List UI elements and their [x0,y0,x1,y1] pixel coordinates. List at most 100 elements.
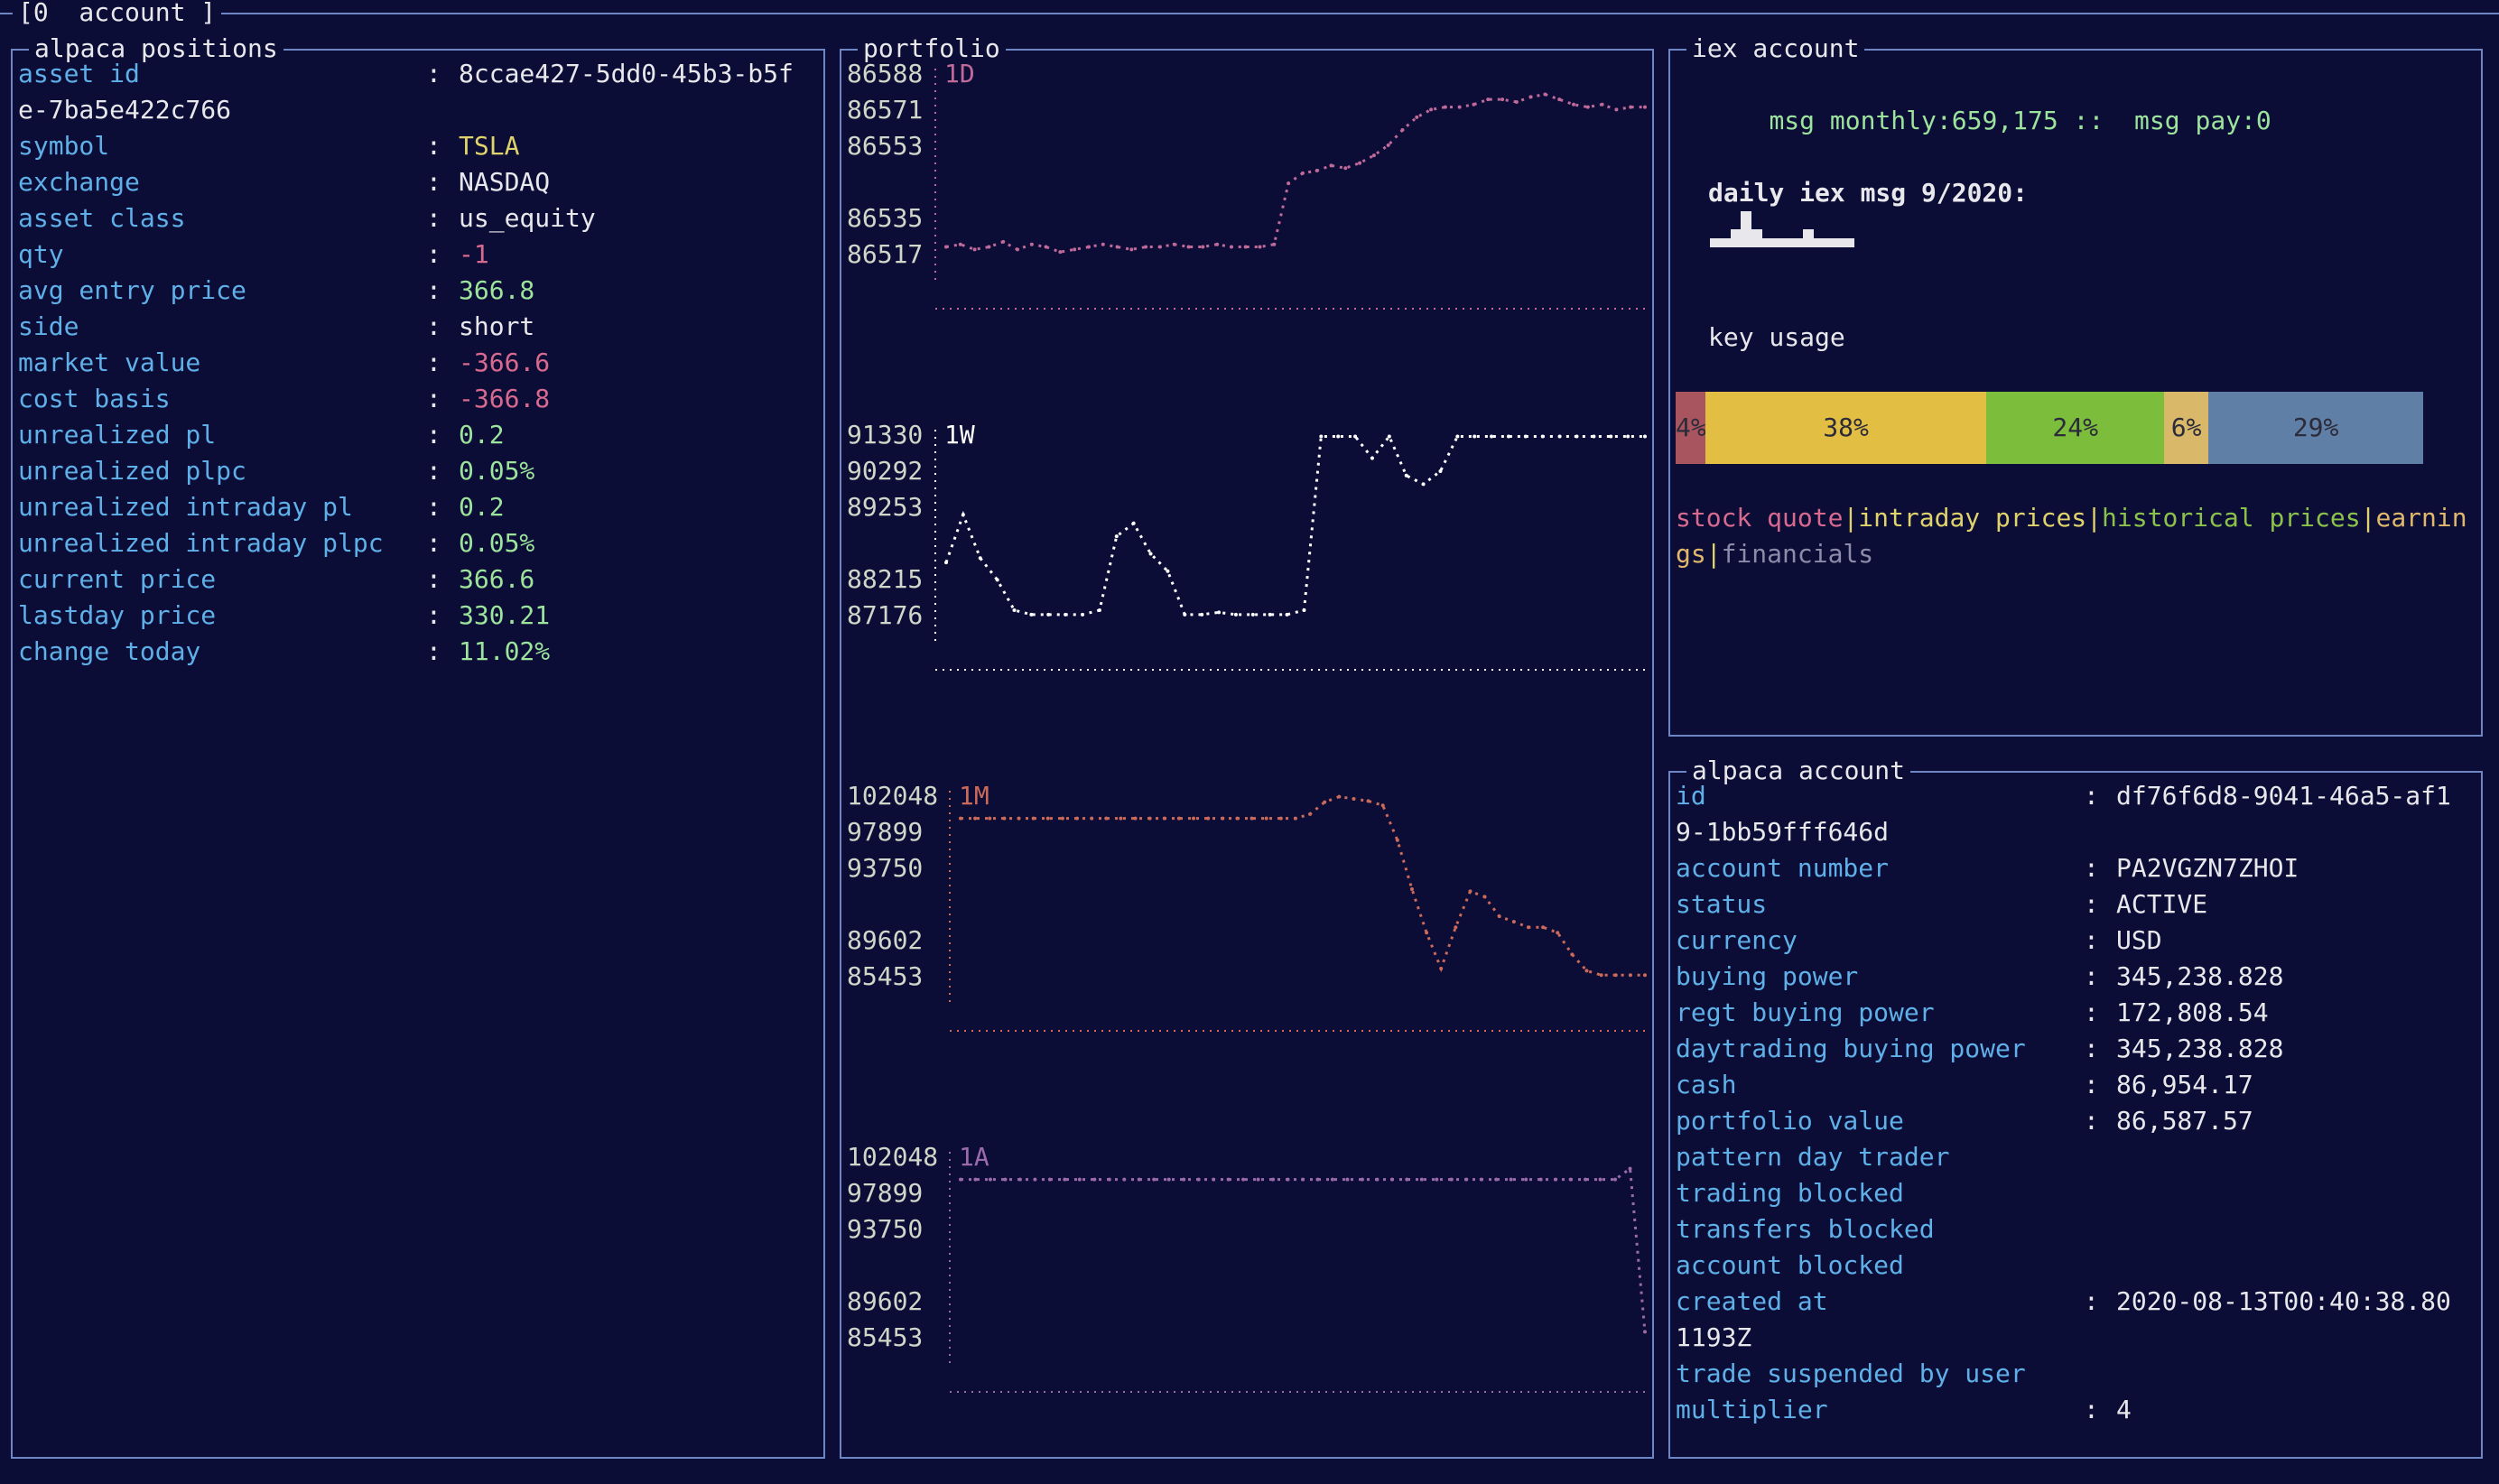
account-value-id: df76f6d8-9041-46a5-af1 [2116,781,2451,811]
account-colon: : [2084,853,2099,883]
account-value-currency: USD [2116,925,2162,955]
chart-1a-point [1033,1177,1037,1182]
legend-separator: | [2086,503,2103,533]
position-key-current-price: current price [18,564,217,594]
chart-1a-point [1271,1177,1276,1182]
chart-1a-point [1613,1177,1618,1182]
position-value-current-price: 366.6 [459,564,535,594]
daily-msg-sparkline [1710,211,1855,247]
chart-1m-point [1541,925,1546,930]
account-key-id: id [1676,781,1706,811]
chart-1w-point [1353,434,1358,439]
chart-1w-point [1490,434,1494,439]
position-key-avg-entry-price: avg entry price [18,275,246,305]
chart-1a-point [1509,1177,1513,1182]
legend-item-intraday-prices: intraday prices [1858,503,2087,533]
position-colon: : [426,167,441,197]
position-colon: : [426,456,441,486]
position-key-unrealized-intraday-plpc: unrealized intraday plpc [18,528,384,558]
account-value-created-at: 2020-08-13T00:40:38.80 [2116,1286,2451,1316]
position-colon: : [426,348,441,377]
chart-1m-point [1599,973,1603,978]
chart-period-1w[interactable]: 1W [944,417,975,453]
chart-1w-y-tick: 87176 [847,600,924,630]
chart-period-1m[interactable]: 1M [959,778,989,814]
account-value-cash: 86,954.17 [2116,1070,2253,1099]
sparkline-bar [1720,238,1732,247]
chart-1w-point [1200,612,1204,617]
chart-1m-y-tick: 85453 [847,961,924,991]
position-key-side: side [18,311,79,341]
account-colon: : [2084,1070,2099,1099]
iex-title: iex account [1686,31,1865,67]
chart-1w-point [1029,612,1034,617]
chart-1w-point [1250,612,1255,617]
account-value-account-number: PA2VGZN7ZHOI [2116,853,2299,883]
chart-1a-point [1464,1177,1469,1182]
chart-1a-point [1389,1177,1394,1182]
workspace-tab[interactable]: [0 account ] [13,0,222,31]
chart-1w-point [1081,612,1085,617]
account-key-regt-buying-power: regt buying power [1676,997,1935,1027]
chart-1m-point [1264,816,1268,821]
iex-account-panel: iex account msg monthly:659,175 :: msg p… [1668,31,2483,737]
chart-1w-point [1438,468,1443,473]
chart-period-1a[interactable]: 1A [959,1139,989,1175]
chart-1w-point [1387,434,1391,439]
chart-1m-point [1643,973,1647,978]
key-usage-segment: 6% [2164,392,2209,464]
key-usage-segment: 29% [2208,392,2423,464]
chart-1m-point [973,816,978,821]
account-key-multiplier: multiplier [1676,1395,1828,1424]
account-value-buying-power: 345,238.828 [2116,961,2284,991]
chart-1a-y-tick: 102048 [847,1142,939,1172]
chart-1m-point [1628,973,1632,978]
chart-1w-point [1166,569,1170,573]
chart-1m-point [1352,796,1356,801]
chart-1m-point [1104,816,1109,821]
chart-1w-point [1012,608,1017,613]
chart-1w-point [1131,521,1136,525]
account-key-cash: cash [1676,1070,1737,1099]
account-value-status: ACTIVE [2116,889,2208,919]
chart-1w-point [995,578,999,582]
position-value-market-value: -366.6 [459,348,551,377]
chart-1m-point [1278,816,1283,821]
chart-1a-point [1137,1177,1141,1182]
sparkline-bar [1834,238,1845,247]
chart-1a-point [1182,1177,1186,1182]
chart-1m-point [1176,816,1181,821]
chart-1m-point [959,816,962,821]
chart-1w-point [1557,434,1562,439]
chart-1a-point [1554,1177,1558,1182]
account-colon: : [2084,961,2099,991]
position-colon: : [426,131,441,161]
sparkline-bar [1761,238,1773,247]
chart-1m-point [1323,800,1327,804]
msg-separator: :: [2073,106,2104,135]
chart-1a-point [1017,1177,1022,1182]
chart-1a-point [1256,1177,1260,1182]
sparkline-bar [1771,238,1783,247]
chart-1a-point [1405,1177,1409,1182]
msg-pay-value: 0 [2255,106,2271,135]
chart-1a-point [1107,1177,1111,1182]
chart-1a-point [1568,1177,1573,1182]
sparkline-bar [1813,238,1825,247]
portfolio-panel: portfolio 86588 86571 86553 86535 86517 1D 913… [840,31,1654,1459]
account-colon: : [2084,997,2099,1027]
chart-1m-series-line [961,795,1645,977]
chart-1w-point [1046,612,1051,617]
chart-1m-point [1409,887,1414,892]
chart-1m-point [1221,816,1225,821]
chart-1a-point [1360,1177,1364,1182]
chart-1m-point [1002,816,1007,821]
chart-1a-point [1449,1177,1454,1182]
chart-1m-point [1031,816,1036,821]
chart-1a-point [988,1177,992,1182]
account-key-trade-suspended-by-user: trade suspended by user [1676,1359,2026,1388]
chart-1m-point [1482,895,1487,899]
sparkline-bar [1751,229,1762,247]
position-value-unrealized-intraday-pl: 0.2 [459,492,505,522]
top-border [0,13,2499,14]
